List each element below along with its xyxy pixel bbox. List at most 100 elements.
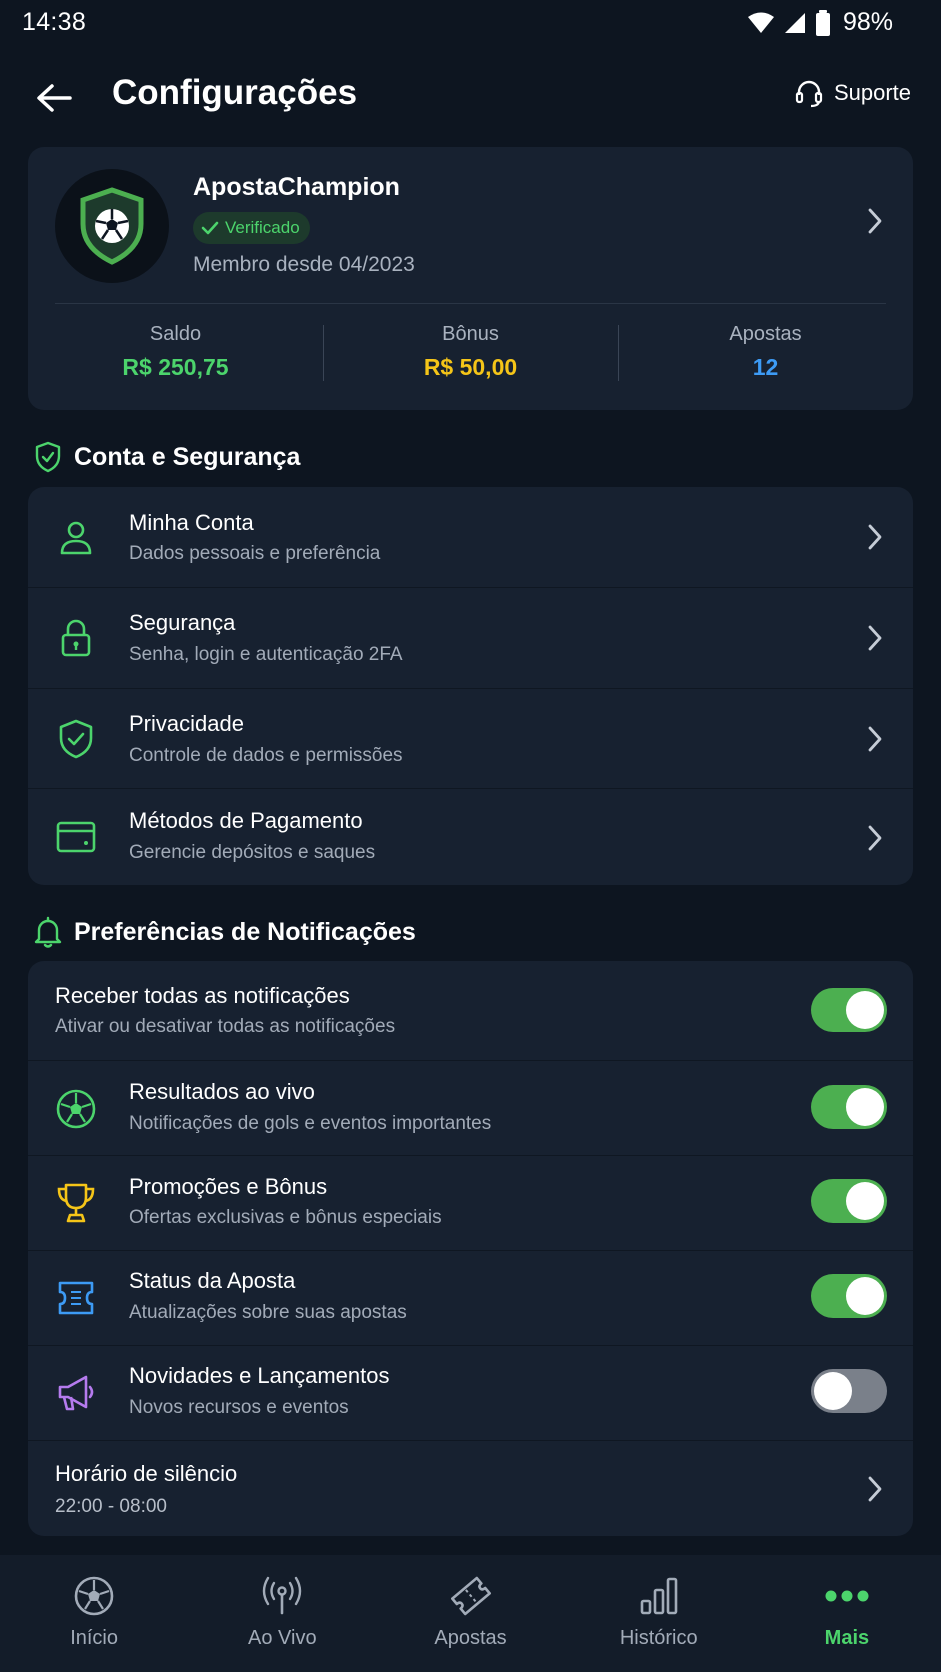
nav-label: Histórico: [619, 1627, 698, 1649]
row-subtitle: Novos recursos e eventos: [129, 1397, 349, 1418]
nav-item-bets[interactable]: Apostas: [376, 1555, 564, 1672]
stat-value: R$ 250,75: [122, 354, 229, 380]
section-header-account: Conta e Segurança: [34, 441, 300, 473]
settings-row-bet-status: Status da Aposta Atualizações sobre suas…: [28, 1250, 913, 1345]
nav-item-more[interactable]: Mais: [753, 1555, 941, 1672]
shield-soccer-logo: [80, 187, 144, 265]
row-title: Segurança: [129, 610, 236, 635]
toggle-knob: [846, 1277, 884, 1315]
quiet-hours-value: 22:00 - 08:00: [55, 1496, 167, 1517]
profile-divider: [55, 303, 886, 304]
nav-label: Mais: [824, 1627, 870, 1649]
live-results-toggle[interactable]: [811, 1085, 887, 1129]
chevron-right-icon: [868, 524, 882, 550]
profile-card[interactable]: ApostaChampion Verificado Membro desde 0…: [28, 147, 913, 410]
soccer-ball-icon: [52, 1085, 100, 1133]
wifi-icon: [747, 12, 774, 33]
row-subtitle: Ativar ou desativar todas as notificaçõe…: [55, 1016, 396, 1037]
more-dots-icon: [825, 1573, 869, 1619]
avatar: [55, 169, 169, 283]
shield-check-icon: [52, 715, 100, 763]
settings-row-my-account[interactable]: Minha Conta Dados pessoais e preferência: [28, 487, 913, 587]
settings-row-quiet-hours[interactable]: Horário de silêncio 22:00 - 08:00: [28, 1440, 913, 1536]
row-subtitle: Gerencie depósitos e saques: [129, 842, 376, 863]
section-header-notifications: Preferências de Notificações: [34, 916, 416, 948]
settings-row-security[interactable]: Segurança Senha, login e autenticação 2F…: [28, 587, 913, 688]
promotions-toggle[interactable]: [811, 1179, 887, 1223]
chevron-right-icon: [868, 208, 882, 234]
username: ApostaChampion: [193, 173, 400, 201]
section-title: Conta e Segurança: [74, 442, 301, 471]
verified-label: Verificado: [225, 218, 300, 237]
stat-bets: Apostas 12: [618, 317, 913, 387]
back-button[interactable]: [30, 74, 78, 122]
toggle-knob: [814, 1372, 852, 1410]
nav-item-live[interactable]: Ao Vivo: [188, 1555, 376, 1672]
row-subtitle: Senha, login e autenticação 2FA: [129, 644, 403, 665]
page-title: Configurações: [112, 73, 358, 112]
row-title: Status da Aposta: [129, 1268, 296, 1293]
settings-row-all-notifications: Receber todas as notificações Ativar ou …: [28, 961, 913, 1060]
support-label: Suporte: [833, 80, 911, 105]
bottom-navigation: Início Ao Vivo Apostas Histórico Mais: [0, 1555, 941, 1672]
trophy-icon: [52, 1179, 100, 1227]
stat-value: R$ 50,00: [423, 354, 518, 380]
nav-label: Apostas: [434, 1627, 507, 1649]
notification-settings-list: Receber todas as notificações Ativar ou …: [28, 961, 913, 1536]
stat-label: Bônus: [442, 323, 499, 345]
cellular-signal-icon: [784, 12, 805, 33]
news-toggle[interactable]: [811, 1369, 887, 1413]
row-subtitle: Controle de dados e permissões: [129, 745, 403, 766]
settings-row-news: Novidades e Lançamentos Novos recursos e…: [28, 1345, 913, 1440]
status-time: 14:38: [22, 8, 87, 36]
battery-icon: [815, 9, 830, 36]
shield-check-icon: [35, 441, 61, 473]
settings-row-live-results: Resultados ao vivo Notificações de gols …: [28, 1060, 913, 1155]
row-title: Novidades e Lançamentos: [129, 1363, 390, 1388]
status-icons: 98%: [747, 8, 893, 37]
row-title: Resultados ao vivo: [129, 1079, 315, 1104]
settings-row-promotions: Promoções e Bônus Ofertas exclusivas e b…: [28, 1155, 913, 1250]
row-title: Minha Conta: [129, 510, 254, 535]
chevron-right-icon: [868, 1476, 882, 1502]
row-subtitle: Dados pessoais e preferência: [129, 543, 381, 564]
ticket-icon: [449, 1573, 493, 1619]
section-title: Preferências de Notificações: [74, 917, 416, 946]
stat-label: Apostas: [729, 323, 802, 345]
row-subtitle: Notificações de gols e eventos important…: [129, 1113, 492, 1134]
megaphone-icon: [52, 1369, 100, 1417]
nav-item-history[interactable]: Histórico: [565, 1555, 753, 1672]
bell-icon: [34, 916, 62, 948]
app-header: Configurações Suporte: [0, 56, 941, 136]
member-since: Membro desde 04/2023: [193, 253, 415, 276]
nav-label: Ao Vivo: [248, 1627, 317, 1649]
stat-value: 12: [752, 354, 779, 380]
row-title: Promoções e Bônus: [129, 1174, 328, 1199]
row-subtitle: Ofertas exclusivas e bônus especiais: [129, 1207, 442, 1228]
stat-balance: Saldo R$ 250,75: [28, 317, 323, 387]
nav-label: Início: [70, 1627, 118, 1649]
account-settings-list: Minha Conta Dados pessoais e preferência…: [28, 487, 913, 885]
settings-row-payment-methods[interactable]: Métodos de Pagamento Gerencie depósitos …: [28, 788, 913, 885]
stat-bonus: Bônus R$ 50,00: [323, 317, 618, 387]
row-title: Horário de silêncio: [55, 1461, 238, 1486]
support-button[interactable]: Suporte: [794, 78, 911, 108]
arrow-left-icon: [37, 84, 72, 112]
toggle-knob: [846, 1088, 884, 1126]
chevron-right-icon: [868, 825, 882, 851]
toggle-knob: [846, 1182, 884, 1220]
headset-icon: [795, 80, 823, 108]
settings-row-privacy[interactable]: Privacidade Controle de dados e permissõ…: [28, 688, 913, 788]
battery-percentage: 98%: [842, 8, 893, 36]
bar-chart-icon: [638, 1573, 680, 1619]
soccer-ball-icon: [73, 1573, 115, 1619]
ticket-icon: [52, 1274, 100, 1322]
nav-item-home[interactable]: Início: [0, 1555, 188, 1672]
chevron-right-icon: [868, 726, 882, 752]
all-notifications-toggle[interactable]: [811, 988, 887, 1032]
status-bar: 14:38 98%: [0, 0, 941, 46]
bet-status-toggle[interactable]: [811, 1274, 887, 1318]
chevron-right-icon: [868, 625, 882, 651]
row-title: Privacidade: [129, 711, 244, 736]
verified-badge: Verificado: [193, 212, 310, 244]
